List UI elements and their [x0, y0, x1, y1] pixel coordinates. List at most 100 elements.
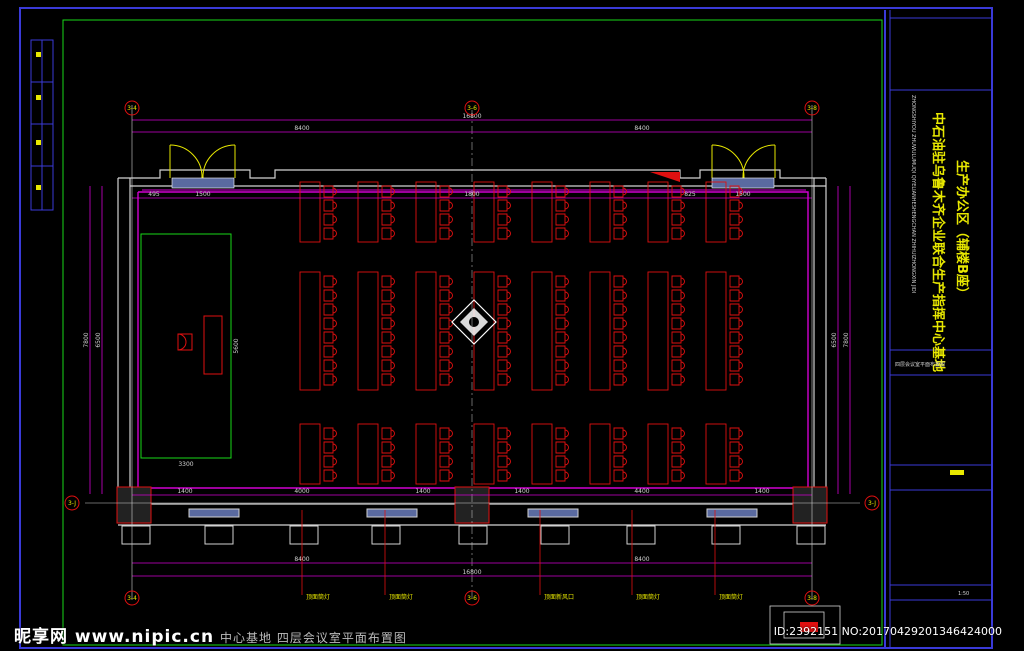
- desk: [357, 423, 379, 485]
- chair: [671, 199, 685, 212]
- chair: [613, 441, 627, 454]
- chair: [613, 427, 627, 440]
- chair: [439, 345, 453, 358]
- chair: [613, 275, 627, 288]
- desk: [589, 423, 611, 485]
- chair: [613, 455, 627, 468]
- chair: [323, 427, 337, 440]
- chair: [729, 227, 743, 240]
- desk: [357, 181, 379, 243]
- desk: [589, 181, 611, 243]
- chair: [729, 275, 743, 288]
- axis-bubble-row-right: 3-J: [868, 500, 876, 507]
- chair: [323, 331, 337, 344]
- chair: [671, 331, 685, 344]
- chair: [555, 455, 569, 468]
- chair: [497, 373, 511, 386]
- chair: [671, 317, 685, 330]
- dim-right-bottom: 8400: [634, 556, 649, 563]
- chair: [381, 427, 395, 440]
- chair: [729, 427, 743, 440]
- note-lamp-4: 顶面筒灯: [719, 593, 743, 601]
- chair: [439, 213, 453, 226]
- chair: [613, 303, 627, 316]
- chair: [323, 275, 337, 288]
- desk: [473, 423, 495, 485]
- dim-side-left: 495: [148, 191, 160, 198]
- chair: [671, 373, 685, 386]
- note-vent: 顶面新风口: [544, 593, 574, 601]
- axis-bubble-bottom-right: 3-8: [807, 595, 817, 602]
- chair: [381, 469, 395, 482]
- chair: [671, 213, 685, 226]
- doors: [169, 144, 776, 179]
- chair: [729, 303, 743, 316]
- chair: [613, 199, 627, 212]
- scale-label: 1:50: [958, 591, 969, 597]
- dim-height-inner-left: 6500: [95, 332, 102, 347]
- dim-height-inner-right: 6500: [831, 332, 838, 347]
- chair: [671, 345, 685, 358]
- chair: [555, 317, 569, 330]
- chair: [323, 213, 337, 226]
- chair: [555, 303, 569, 316]
- chair: [729, 213, 743, 226]
- chair: [555, 359, 569, 372]
- chair: [555, 275, 569, 288]
- dim-1400-d: 1400: [754, 488, 769, 495]
- chair: [497, 345, 511, 358]
- chair: [381, 303, 395, 316]
- chair: [323, 441, 337, 454]
- chair: [381, 441, 395, 454]
- chair: [497, 469, 511, 482]
- axis-bubble-row-left: 3-J: [68, 500, 76, 507]
- chair: [671, 455, 685, 468]
- dim-door-right: 1500: [735, 191, 750, 198]
- dim-door-left: 1500: [195, 191, 210, 198]
- dim-height-left: 7800: [83, 332, 90, 347]
- chair: [613, 227, 627, 240]
- chair: [439, 373, 453, 386]
- chair: [381, 359, 395, 372]
- chair: [613, 331, 627, 344]
- binding-strip: [30, 39, 54, 211]
- dim-side-right: 825: [684, 191, 696, 198]
- chair: [439, 359, 453, 372]
- chair: [497, 227, 511, 240]
- chair: [729, 289, 743, 302]
- dim-total-top: 16800: [462, 113, 481, 120]
- chair: [555, 289, 569, 302]
- desk: [415, 423, 437, 485]
- chair: [613, 317, 627, 330]
- desk: [647, 423, 669, 485]
- chair: [613, 345, 627, 358]
- chair: [381, 275, 395, 288]
- chair: [323, 289, 337, 302]
- chair: [323, 199, 337, 212]
- chair: [439, 469, 453, 482]
- note-lamp-1: 顶面筒灯: [306, 593, 330, 601]
- chair: [497, 359, 511, 372]
- chair: [439, 441, 453, 454]
- chair: [497, 275, 511, 288]
- chair: [729, 441, 743, 454]
- chair: [729, 317, 743, 330]
- chair: [729, 331, 743, 344]
- outer-frame: [19, 7, 993, 649]
- chair: [613, 289, 627, 302]
- axis-bubble-top-mid: 3-6: [467, 105, 477, 112]
- desk: [531, 181, 553, 243]
- seating-layout: [299, 181, 743, 485]
- chair: [439, 455, 453, 468]
- note-lamp-3: 顶面筒灯: [636, 593, 660, 601]
- dim-1400-c: 1400: [514, 488, 529, 495]
- chair: [381, 289, 395, 302]
- chair: [671, 441, 685, 454]
- chair: [439, 317, 453, 330]
- watermark-brand: 昵享网 www.nipic.cn 中心基地 四层会议室平面布置图: [14, 622, 407, 647]
- chair: [729, 199, 743, 212]
- chair: [555, 469, 569, 482]
- chair: [671, 289, 685, 302]
- chair: [381, 373, 395, 386]
- chair: [497, 213, 511, 226]
